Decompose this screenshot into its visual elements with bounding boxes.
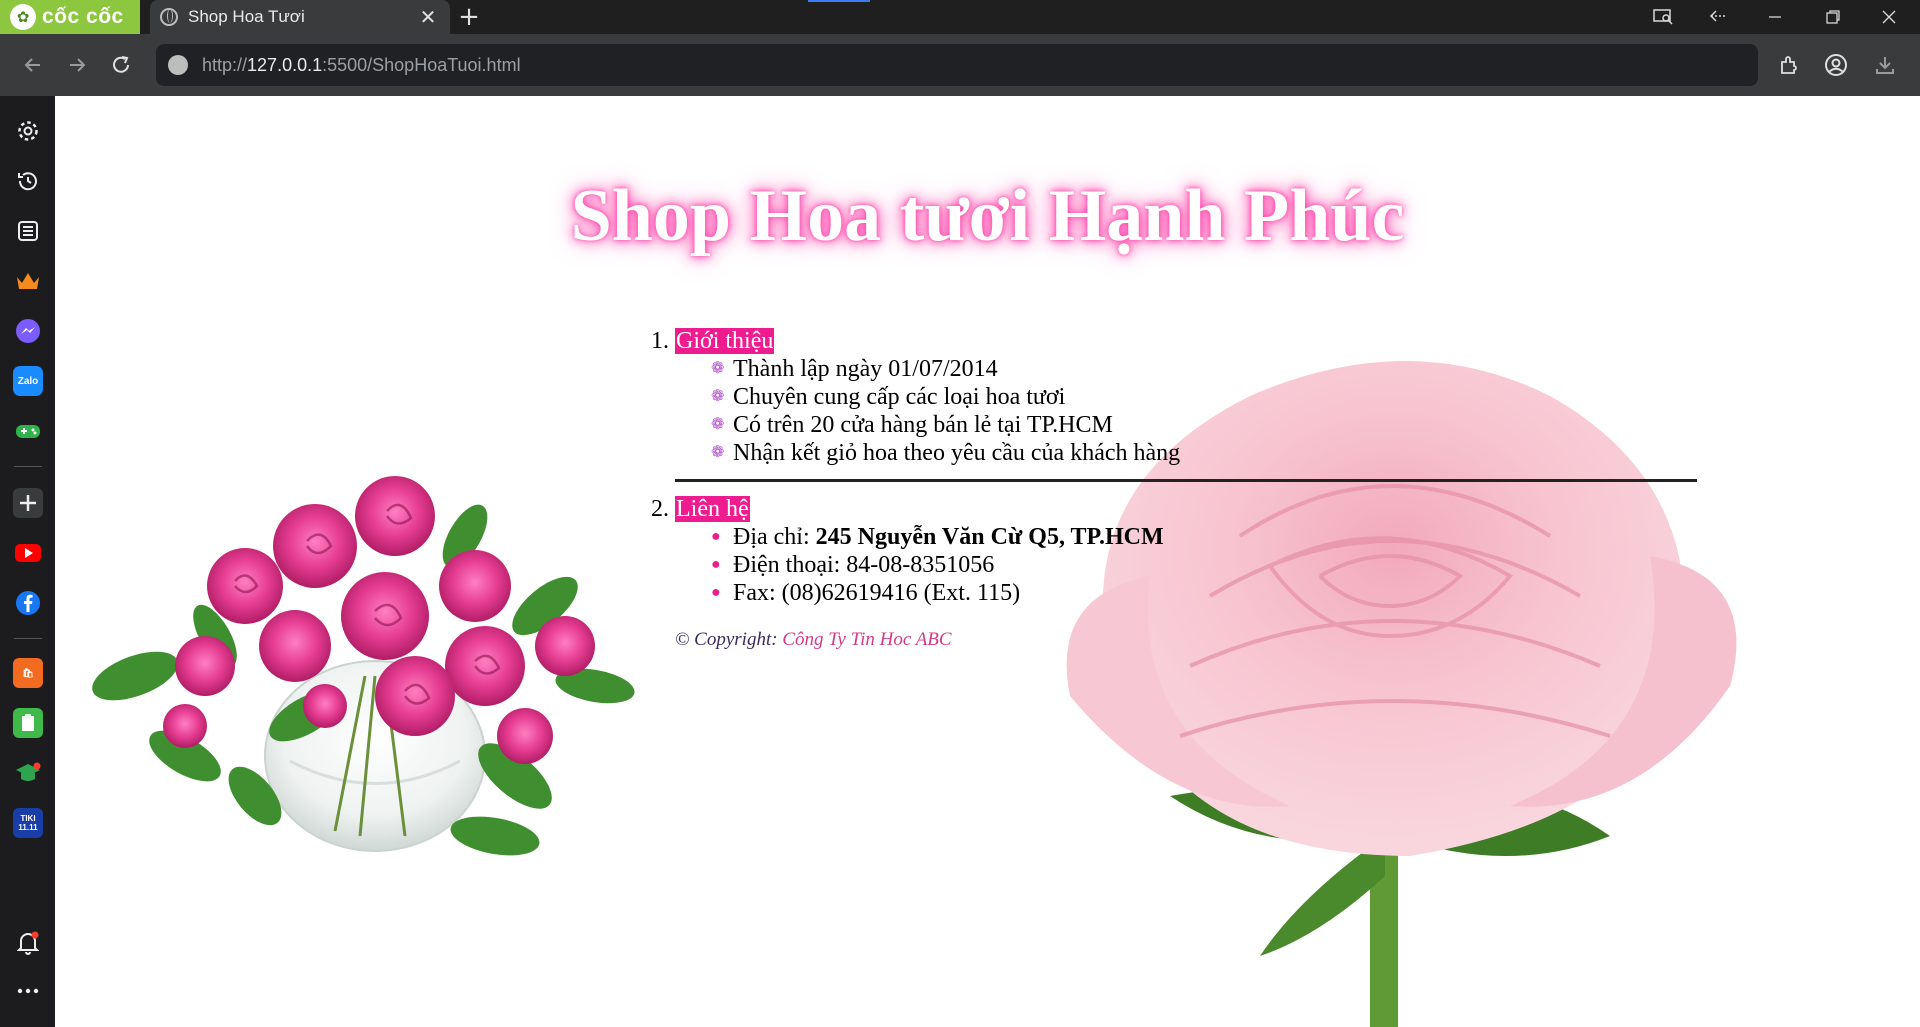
main-list-2: Liên hệ ●Địa chỉ: 245 Nguyễn Văn Cừ Q5, … <box>620 496 1700 607</box>
contact-address: ● Địa chỉ: 245 Nguyễn Văn Cừ Q5, TP.HCM <box>711 524 1164 550</box>
address-bar[interactable]: http://127.0.0.1:5500/ShopHoaTuoi.html <box>156 44 1758 86</box>
crown-icon[interactable] <box>13 266 43 296</box>
youtube-icon[interactable] <box>13 538 43 568</box>
browser-titlebar: ✿ cốc cốc Shop Hoa Tươi ✕ + <box>0 0 1920 34</box>
dot-bullet-icon: ● <box>711 528 721 545</box>
messenger-icon[interactable] <box>13 316 43 346</box>
browser-tab[interactable]: Shop Hoa Tươi ✕ <box>150 0 450 34</box>
list-item: ❁ Có trên 20 cửa hàng bán lẻ tại TP.HCM <box>711 412 1113 438</box>
shop-icon[interactable]: 🛍 <box>13 658 43 688</box>
tab-search-icon[interactable] <box>1695 0 1741 34</box>
flower-bullet-icon: ❁ <box>711 444 725 461</box>
page-viewport: Shop Hoa tươi Hạnh Phúc Giới thiệu ❁Thàn… <box>55 96 1920 1027</box>
download-icon[interactable] <box>1868 48 1902 82</box>
copyright: © Copyright: Công Ty Tin Hoc ABC <box>675 629 952 650</box>
flower-bullet-icon: ❁ <box>711 360 725 377</box>
add-icon[interactable] <box>13 488 43 518</box>
minimize-icon[interactable] <box>1752 0 1798 34</box>
brand-text: cốc cốc <box>42 5 124 28</box>
back-icon[interactable] <box>16 48 50 82</box>
forward-icon[interactable] <box>60 48 94 82</box>
tiki-icon[interactable]: TIKI 11.11 <box>13 808 43 838</box>
zalo-icon[interactable]: Zalo <box>13 366 43 396</box>
history-icon[interactable] <box>13 166 43 196</box>
section-contact: Liên hệ ●Địa chỉ: 245 Nguyễn Văn Cừ Q5, … <box>675 496 1700 607</box>
sidebar-divider-2 <box>14 638 42 639</box>
screen-capture-icon[interactable] <box>1640 0 1686 34</box>
page-title: Shop Hoa tươi Hạnh Phúc <box>570 175 1405 257</box>
section-divider <box>675 479 1697 482</box>
contact-list: ● Địa chỉ: 245 Nguyễn Văn Cừ Q5, TP.HCM ●… <box>675 523 1700 607</box>
more-icon[interactable] <box>13 976 43 1006</box>
main-content: Giới thiệu ❁Thành lập ngày 01/07/2014 ❁C… <box>620 328 1700 651</box>
flower-bullet-icon: ❁ <box>711 388 725 405</box>
flower-bullet-icon: ❁ <box>711 416 725 433</box>
bell-icon[interactable] <box>13 928 43 958</box>
address-value: 245 Nguyễn Văn Cừ Q5, TP.HCM <box>815 524 1164 550</box>
profile-icon[interactable] <box>1819 48 1853 82</box>
section-intro: Giới thiệu ❁Thành lập ngày 01/07/2014 ❁C… <box>675 328 1700 467</box>
section-contact-heading: Liên hệ <box>675 496 750 522</box>
navigation-bar: http://127.0.0.1:5500/ShopHoaTuoi.html <box>0 34 1920 96</box>
list-item: ❁ Thành lập ngày 01/07/2014 <box>711 356 998 382</box>
extensions-icon[interactable] <box>1772 48 1806 82</box>
list-icon[interactable] <box>13 216 43 246</box>
restore-icon[interactable] <box>1810 0 1856 34</box>
top-accent-line <box>808 0 870 2</box>
site-info-icon[interactable] <box>168 55 188 75</box>
tab-close-icon[interactable]: ✕ <box>416 5 440 29</box>
list-item: ❁ Chuyên cung cấp các loại hoa tươi <box>711 384 1066 410</box>
gamepad-icon[interactable] <box>13 416 43 446</box>
contact-phone: ● Điện thoại: 84-08-8351056 <box>711 552 995 578</box>
dot-bullet-icon: ● <box>711 556 721 573</box>
coccoc-logo-icon: ✿ <box>10 4 36 30</box>
intro-list: ❁ Thành lập ngày 01/07/2014 ❁ Chuyên cung … <box>675 355 1700 467</box>
list-item: ❁ Nhận kết giỏ hoa theo yêu cầu của khách… <box>711 440 1181 466</box>
sidebar: Zalo 🛍 TIKI 11.11 <box>0 96 55 1027</box>
close-window-icon[interactable] <box>1866 0 1912 34</box>
main-list: Giới thiệu ❁Thành lập ngày 01/07/2014 ❁C… <box>620 328 1700 467</box>
graduation-icon[interactable] <box>13 758 43 788</box>
contact-fax: ● Fax: (08)62619416 (Ext. 115) <box>711 580 1021 606</box>
copyright-company: Công Ty Tin Hoc ABC <box>782 629 952 650</box>
globe-icon <box>160 8 178 26</box>
facebook-icon[interactable] <box>13 588 43 618</box>
sidebar-divider <box>14 466 42 467</box>
dot-bullet-icon: ● <box>711 584 721 601</box>
tab-title: Shop Hoa Tươi <box>188 7 305 26</box>
url-text: http://127.0.0.1:5500/ShopHoaTuoi.html <box>202 54 521 75</box>
browser-brand[interactable]: ✿ cốc cốc <box>0 0 140 34</box>
note-icon[interactable] <box>13 708 43 738</box>
section-intro-heading: Giới thiệu <box>675 328 775 354</box>
settings-icon[interactable] <box>13 116 43 146</box>
new-tab-button[interactable]: + <box>454 2 484 32</box>
bouquet-image <box>92 476 635 856</box>
reload-icon[interactable] <box>104 48 138 82</box>
